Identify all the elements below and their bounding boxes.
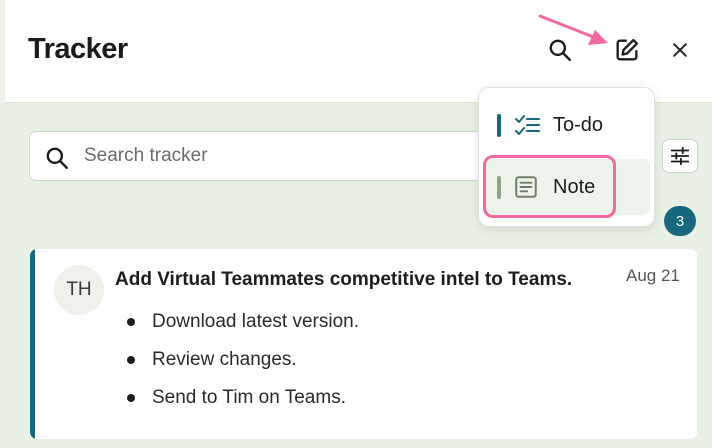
filter-button[interactable] <box>662 139 698 173</box>
search-icon <box>46 147 68 169</box>
tracker-card[interactable]: TH Add Virtual Teammates competitive int… <box>30 249 697 439</box>
card-accent <box>30 249 35 439</box>
checklist-icon <box>515 115 540 135</box>
note-icon <box>515 176 537 198</box>
card-bullets: Download latest version. Review changes.… <box>127 303 359 417</box>
list-item: Download latest version. <box>127 303 359 341</box>
list-item: Review changes. <box>127 341 359 379</box>
search-input[interactable] <box>84 142 474 170</box>
menu-item-accent <box>497 176 501 199</box>
avatar: TH <box>54 265 104 315</box>
list-item: Send to Tim on Teams. <box>127 379 359 417</box>
compose-icon <box>616 38 639 61</box>
filter-sliders-icon <box>670 146 690 166</box>
menu-item-todo[interactable]: To-do <box>485 97 650 153</box>
search-button[interactable] <box>542 32 578 68</box>
page-title: Tracker <box>28 33 128 65</box>
search-icon <box>549 39 571 61</box>
menu-item-label: To-do <box>553 114 604 136</box>
new-item-menu: To-do Note <box>478 87 655 227</box>
header-edge <box>0 0 5 103</box>
close-icon <box>673 43 687 57</box>
close-button[interactable] <box>662 32 698 68</box>
item-count-badge: 3 <box>664 206 696 236</box>
search-box[interactable] <box>29 131 489 181</box>
compose-button[interactable] <box>609 32 645 68</box>
card-date: Aug 21 <box>626 266 680 285</box>
menu-item-accent <box>497 114 501 137</box>
menu-item-note[interactable]: Note <box>485 159 650 215</box>
card-title: Add Virtual Teammates competitive intel … <box>115 269 573 290</box>
menu-item-label: Note <box>553 176 596 198</box>
